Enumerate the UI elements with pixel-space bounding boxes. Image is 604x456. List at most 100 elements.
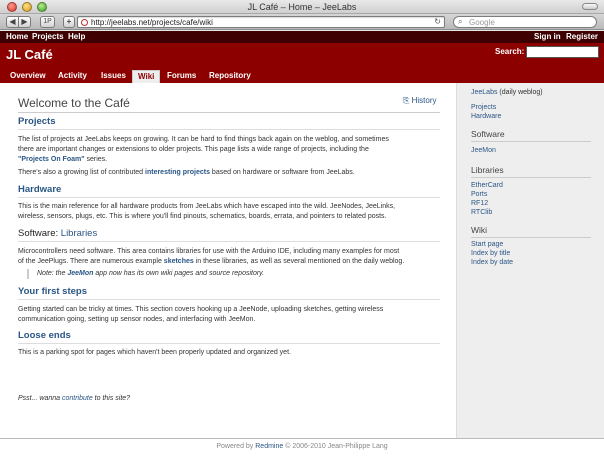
loose-ends-paragraph: This is a parking spot for pages which h… [18, 348, 442, 358]
search-placeholder: Google [469, 18, 495, 27]
tab-issues[interactable]: Issues [96, 70, 131, 83]
search-icon: ⌕ [458, 17, 463, 26]
text-line: "Projects On Foam" series. [18, 155, 442, 165]
heading-software: Software: Libraries [18, 228, 97, 239]
tab-forums[interactable]: Forums [162, 70, 201, 83]
sidebar-weblog-text: (daily weblog) [497, 89, 543, 96]
text-fragment: to this site? [92, 395, 131, 402]
reload-icon[interactable]: ↻ [434, 17, 441, 26]
top-menu-help[interactable]: Help [68, 32, 85, 41]
top-menu: Home Projects Help Sign in Register [0, 31, 604, 43]
history-link[interactable]: ⎘ History [403, 96, 437, 106]
sidebar-item-projects[interactable]: Projects [471, 104, 496, 111]
heading-first-steps[interactable]: Your first steps [18, 286, 87, 297]
forward-button[interactable]: ▶ [18, 16, 31, 28]
text-line: communication going, setting up sensor n… [18, 316, 256, 323]
sidebar-heading-software: Software [471, 129, 505, 139]
history-icon: ⎘ [403, 96, 412, 105]
history-label[interactable]: History [412, 96, 437, 105]
text-fragment: There's also a growing list of contribut… [18, 169, 146, 176]
wiki-content: Welcome to the Café ⎘ History Projects T… [0, 83, 457, 438]
interesting-projects-link[interactable]: interesting projects [145, 169, 210, 176]
libraries-link[interactable]: Libraries [61, 228, 97, 239]
text-fragment: series. [84, 156, 108, 163]
sidebar-item-index-by-title[interactable]: Index by title [471, 250, 510, 257]
divider [18, 241, 440, 242]
redmine-link[interactable]: Redmine [255, 443, 283, 450]
divider [18, 299, 440, 300]
sidebar-heading-libraries: Libraries [471, 165, 504, 175]
page-title: Welcome to the Café [18, 96, 130, 110]
jeemon-link[interactable]: JeeMon [67, 270, 93, 277]
sidebar-weblog: JeeLabs (daily weblog) [471, 89, 543, 96]
add-bookmark-button[interactable]: + [63, 16, 75, 28]
register-link[interactable]: Register [566, 32, 598, 41]
tab-repository[interactable]: Repository [204, 70, 256, 83]
projects-paragraph-2: There's also a growing list of contribut… [18, 168, 442, 178]
text-fragment: app now has its own wiki pages and sourc… [93, 270, 265, 277]
title-divider [18, 112, 440, 113]
sketches-link[interactable]: sketches [164, 258, 194, 265]
sidebar-item-rtclib[interactable]: RTClib [471, 209, 492, 216]
jeemon-note: Note: the JeeMon app now has its own wik… [27, 269, 439, 279]
main-area: Welcome to the Café ⎘ History Projects T… [0, 83, 604, 438]
sidebar-item-jeemon[interactable]: JeeMon [471, 147, 496, 154]
top-menu-projects[interactable]: Projects [32, 32, 64, 41]
software-paragraph: Microcontrollers need software. This are… [18, 247, 442, 267]
project-title: JL Café [6, 47, 53, 62]
heading-projects[interactable]: Projects [18, 116, 56, 127]
projects-paragraph: The list of projects at JeeLabs keeps on… [18, 135, 442, 165]
window-titlebar: JL Café – Home – JeeLabs [0, 0, 604, 14]
projects-on-foam-link[interactable]: "Projects On Foam" [18, 156, 85, 163]
divider [18, 343, 440, 344]
text-fragment: Note: the [37, 270, 68, 277]
tab-overview[interactable]: Overview [5, 70, 51, 83]
sign-in-link[interactable]: Sign in [534, 32, 561, 41]
first-steps-paragraph: Getting started can be tricky at times. … [18, 305, 442, 325]
text-line: The list of projects at JeeLabs keeps on… [18, 136, 389, 143]
site-favicon-icon [81, 19, 88, 26]
browser-toolbar: ◀ ▶ 1P + http://jeelabs.net/projects/caf… [0, 14, 604, 30]
sidebar-item-index-by-date[interactable]: Index by date [471, 259, 513, 266]
text-line: there are important changes or extension… [18, 146, 369, 153]
footer-suffix: © 2006-2010 Jean-Philippe Lang [283, 443, 388, 450]
footer-prefix: Powered by [216, 443, 256, 450]
text-line: Microcontrollers need software. This are… [18, 248, 400, 255]
heading-hardware[interactable]: Hardware [18, 184, 61, 195]
top-menu-home[interactable]: Home [6, 32, 28, 41]
divider [18, 129, 440, 130]
sidebar-item-hardware[interactable]: Hardware [471, 113, 501, 120]
text-fragment: based on hardware or software from JeeLa… [209, 169, 355, 176]
reader-button[interactable]: 1P [40, 16, 55, 28]
sidebar-item-ethercard[interactable]: EtherCard [471, 182, 503, 189]
url-text[interactable]: http://jeelabs.net/projects/cafe/wiki [91, 18, 213, 27]
project-tabs: Overview Activity Issues Wiki Forums Rep… [0, 70, 604, 83]
sidebar-item-rf12[interactable]: RF12 [471, 200, 488, 207]
sidebar: JeeLabs (daily weblog) Projects Hardware… [457, 83, 604, 438]
page-footer: Powered by Redmine © 2006-2010 Jean-Phil… [0, 438, 604, 456]
sidebar-divider [471, 177, 591, 178]
text-line: This is a parking spot for pages which h… [18, 349, 291, 356]
project-header: JL Café Search: Overview Activity Issues… [0, 43, 604, 83]
tab-wiki[interactable]: Wiki [132, 70, 161, 83]
toolbar-toggle-button[interactable] [582, 3, 598, 10]
quick-search-input[interactable] [526, 46, 599, 58]
contribute-link[interactable]: contribute [62, 395, 93, 402]
sidebar-divider [471, 237, 591, 238]
sidebar-item-ports[interactable]: Ports [471, 191, 487, 198]
heading-loose-ends[interactable]: Loose ends [18, 330, 71, 341]
tab-activity[interactable]: Activity [53, 70, 92, 83]
sidebar-item-start-page[interactable]: Start page [471, 241, 503, 248]
search-label: Search: [495, 47, 525, 56]
text-line: Getting started can be tricky at times. … [18, 306, 384, 313]
text-fragment: in these libraries, as well as several m… [193, 258, 405, 265]
contribute-note: Psst... wanna contribute to this site? [18, 395, 130, 402]
sidebar-heading-wiki: Wiki [471, 225, 488, 235]
browser-search-field[interactable]: ⌕ Google [453, 16, 597, 28]
text-line: wireless, sensors, plugs, etc. This is w… [18, 213, 387, 220]
text-line: This is the main reference for all hardw… [18, 203, 396, 210]
sidebar-divider [471, 141, 591, 142]
window-title: JL Café – Home – JeeLabs [247, 2, 357, 12]
sidebar-weblog-link[interactable]: JeeLabs [471, 89, 497, 96]
address-bar[interactable]: http://jeelabs.net/projects/cafe/wiki ↻ [77, 16, 445, 28]
